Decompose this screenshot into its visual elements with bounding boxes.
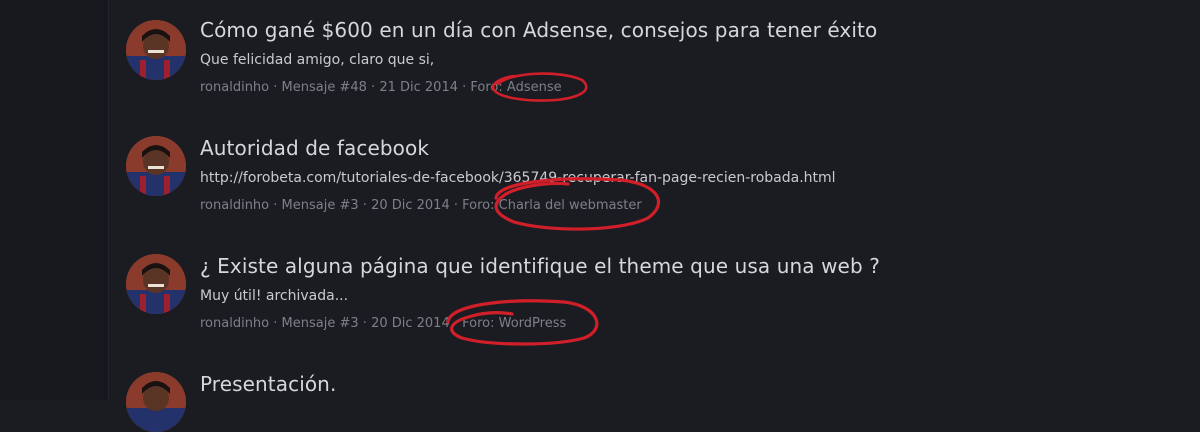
post-date: 20 Dic 2014: [371, 198, 450, 213]
avatar[interactable]: [126, 372, 186, 432]
meta-separator: ·: [269, 80, 282, 95]
post-date: 21 Dic 2014: [379, 80, 458, 95]
result-meta: ronaldinho · Mensaje #48 · 21 Dic 2014 ·…: [200, 80, 562, 95]
meta-separator: ·: [358, 198, 372, 213]
left-sidebar: [0, 0, 109, 400]
forum-link[interactable]: Foro: Adsense: [470, 80, 561, 95]
result-snippet: Que felicidad amigo, claro que si,: [200, 52, 435, 68]
forum-link[interactable]: Foro: Charla del webmaster: [462, 198, 642, 213]
search-results-list: Cómo gané $600 en un día con Adsense, co…: [108, 0, 1200, 432]
message-link[interactable]: Mensaje #3: [282, 316, 359, 331]
meta-separator: ·: [458, 80, 471, 95]
result-title-link[interactable]: Presentación.: [200, 372, 336, 396]
avatar[interactable]: [126, 254, 186, 314]
meta-separator: ·: [366, 80, 380, 95]
result-snippet: http://forobeta.com/tutoriales-de-facebo…: [200, 170, 836, 186]
avatar[interactable]: [126, 136, 186, 196]
message-link[interactable]: Mensaje #3: [282, 198, 359, 213]
result-title-link[interactable]: Autoridad de facebook: [200, 136, 429, 160]
meta-separator: ·: [358, 316, 372, 331]
author-link[interactable]: ronaldinho: [200, 198, 269, 213]
meta-separator: ·: [269, 316, 282, 331]
result-snippet: Muy útil! archivada...: [200, 288, 349, 304]
result-meta: ronaldinho · Mensaje #3 · 20 Dic 2014 · …: [200, 316, 566, 331]
author-link[interactable]: ronaldinho: [200, 316, 269, 331]
avatar[interactable]: [126, 20, 186, 80]
post-date: 20 Dic 2014: [371, 316, 450, 331]
meta-separator: ·: [449, 198, 463, 213]
result-meta: ronaldinho · Mensaje #3 · 20 Dic 2014 · …: [200, 198, 642, 213]
forum-link[interactable]: Foro: WordPress: [462, 316, 566, 331]
result-title-link[interactable]: ¿ Existe alguna página que identifique e…: [200, 254, 880, 278]
message-link[interactable]: Mensaje #48: [282, 80, 367, 95]
meta-separator: ·: [449, 316, 463, 331]
result-title-link[interactable]: Cómo gané $600 en un día con Adsense, co…: [200, 18, 877, 42]
meta-separator: ·: [269, 198, 282, 213]
author-link[interactable]: ronaldinho: [200, 80, 269, 95]
